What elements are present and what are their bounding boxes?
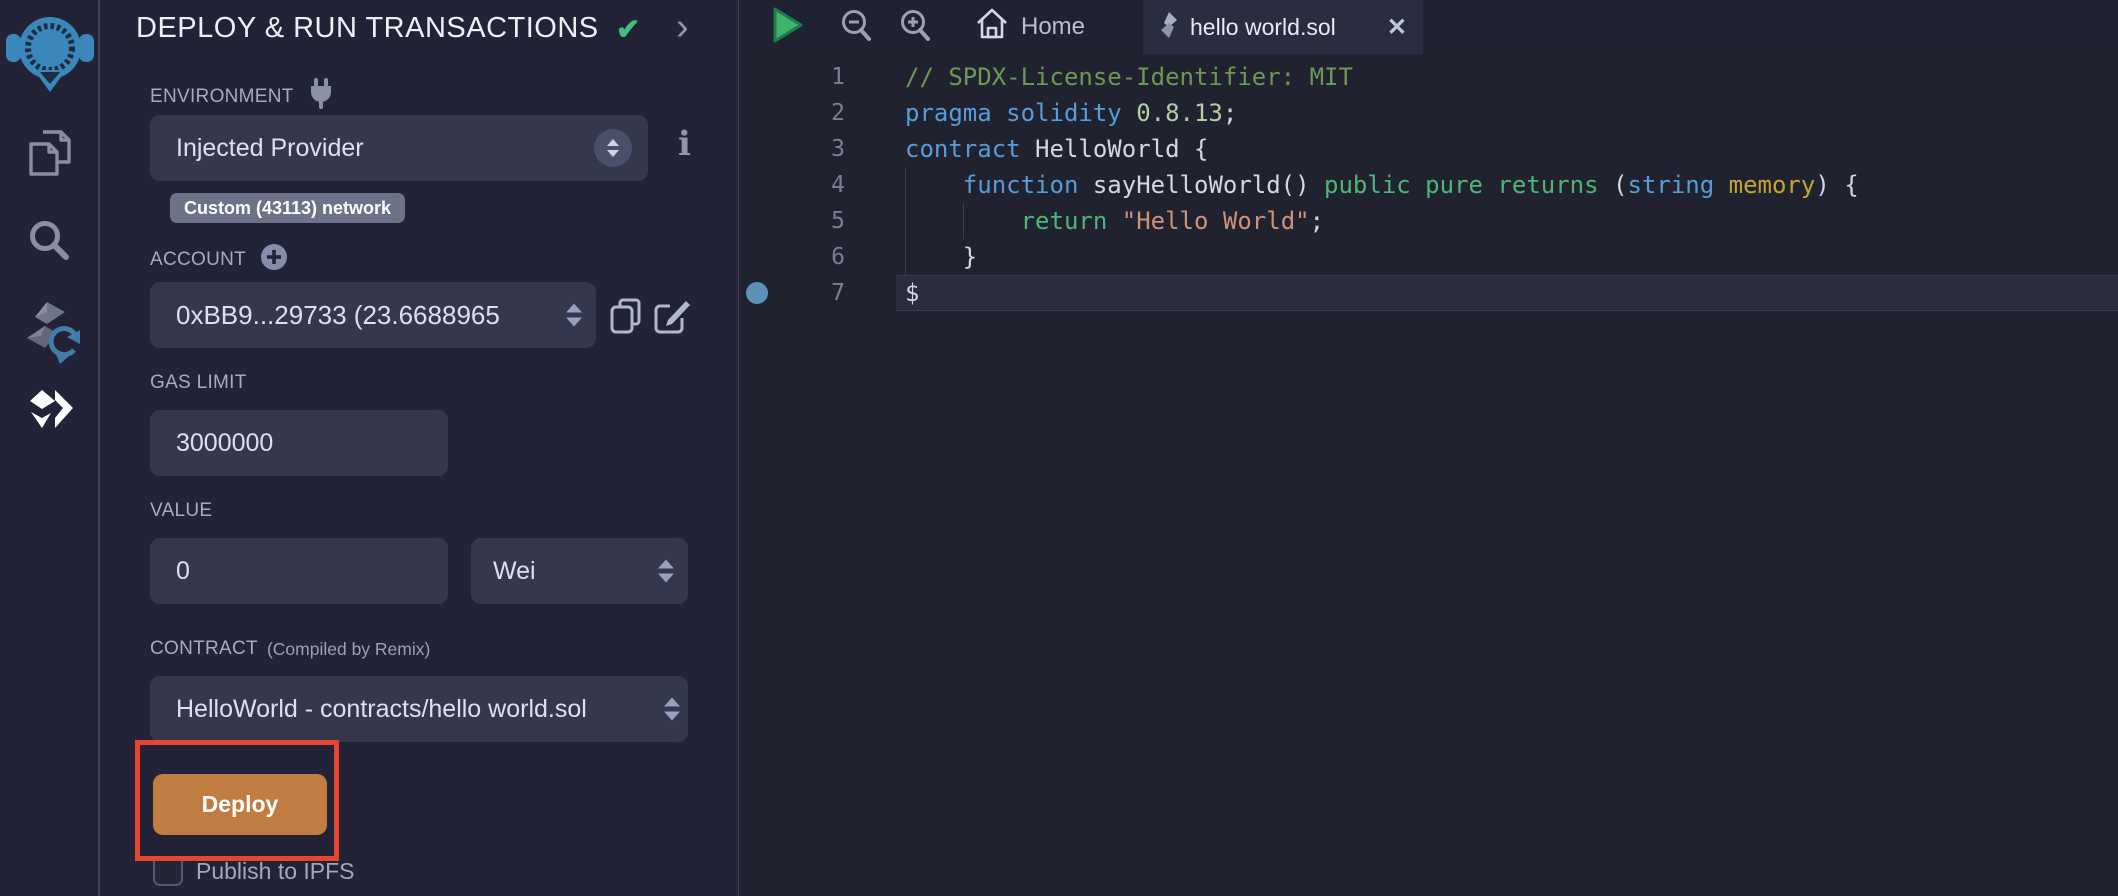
edit-account-icon[interactable] xyxy=(652,296,692,341)
value-unit-select[interactable]: Wei xyxy=(471,538,688,604)
add-account-icon[interactable] xyxy=(260,243,288,277)
publish-ipfs-label: Publish to IPFS xyxy=(196,856,355,886)
line-number[interactable]: 2 xyxy=(739,95,895,131)
sidebar-item-deploy-run[interactable] xyxy=(0,388,100,441)
sidebar-item-solidity-compiler[interactable] xyxy=(0,300,100,369)
network-badge: Custom (43113) network xyxy=(170,193,405,223)
contract-stepper-icon xyxy=(664,698,680,721)
sidebar-item-search[interactable] xyxy=(0,217,100,270)
solidity-compiler-icon xyxy=(17,300,83,369)
gas-limit-value: 3000000 xyxy=(150,429,273,458)
gas-limit-label: GAS LIMIT xyxy=(150,372,247,394)
search-icon xyxy=(26,217,74,270)
account-select[interactable]: 0xBB9...29733 (23.6688965 xyxy=(150,282,596,348)
deploy-run-icon xyxy=(25,388,75,441)
account-stepper-icon xyxy=(566,304,582,327)
environment-label: ENVIRONMENT xyxy=(150,78,334,116)
contract-sublabel: (Compiled by Remix) xyxy=(267,639,430,660)
page-title: DEPLOY & RUN TRANSACTIONS xyxy=(136,12,599,45)
value-amount: 0 xyxy=(150,557,190,586)
panel-expand-chevron-icon[interactable]: › xyxy=(676,6,689,49)
line-number[interactable]: 5 xyxy=(739,203,895,239)
remix-logo-icon xyxy=(5,10,95,101)
code-line[interactable]: contract HelloWorld { xyxy=(905,131,2118,167)
value-label: VALUE xyxy=(150,500,212,522)
publish-ipfs-checkbox[interactable] xyxy=(153,856,183,886)
contract-select[interactable]: HelloWorld - contracts/hello world.sol xyxy=(150,676,688,742)
tab-hello-world-sol-label: hello world.sol xyxy=(1190,14,1336,41)
code-line[interactable]: pragma solidity 0.8.13; xyxy=(905,95,2118,131)
zoom-in-icon[interactable] xyxy=(898,8,934,51)
unit-stepper-icon xyxy=(658,560,674,583)
home-icon xyxy=(975,7,1009,48)
tab-home-label: Home xyxy=(1021,13,1085,41)
code-lines: // SPDX-License-Identifier: MITpragma so… xyxy=(905,59,2118,311)
value-input[interactable]: 0 xyxy=(150,538,448,604)
tab-close-icon[interactable]: ✕ xyxy=(1387,13,1407,42)
code-line[interactable]: $ xyxy=(905,275,2118,311)
run-script-icon[interactable] xyxy=(771,6,805,49)
environment-value: Injected Provider xyxy=(150,134,364,163)
account-label: ACCOUNT xyxy=(150,243,288,277)
file-explorer-icon xyxy=(25,128,75,185)
sidebar-item-file-explorer[interactable] xyxy=(0,128,100,185)
environment-select[interactable]: Injected Provider xyxy=(150,115,648,181)
value-unit: Wei xyxy=(471,557,536,586)
environment-info-icon[interactable]: i xyxy=(678,124,691,164)
code-line[interactable]: // SPDX-License-Identifier: MIT xyxy=(905,59,2118,95)
gas-limit-input[interactable]: 3000000 xyxy=(150,410,448,476)
deploy-button[interactable]: Deploy xyxy=(153,774,327,835)
tab-hello-world-sol[interactable]: hello world.sol ✕ xyxy=(1143,0,1423,54)
code-line[interactable]: function sayHelloWorld() public pure ret… xyxy=(905,167,2118,203)
editor-tabbar: Home hello world.sol ✕ xyxy=(739,0,2118,54)
line-number[interactable]: 4 xyxy=(739,167,895,203)
environment-stepper-icon xyxy=(594,129,632,167)
account-value: 0xBB9...29733 (23.6688965 xyxy=(150,300,500,331)
icon-rail xyxy=(0,0,100,896)
line-number[interactable]: 6 xyxy=(739,239,895,275)
line-number[interactable]: 3 xyxy=(739,131,895,167)
gutter-numbers: 1234567 xyxy=(739,59,895,311)
remix-logo[interactable] xyxy=(0,10,100,101)
code-editor-region: Home hello world.sol ✕ 1234567 // SPDX-L… xyxy=(738,0,2118,896)
solidity-file-icon xyxy=(1159,11,1179,44)
plug-icon xyxy=(308,78,334,116)
contract-value: HelloWorld - contracts/hello world.sol xyxy=(150,695,587,724)
deploy-run-panel: DEPLOY & RUN TRANSACTIONS ✔ › ENVIRONMEN… xyxy=(100,0,738,896)
breakpoint-dot[interactable] xyxy=(746,282,768,304)
zoom-out-icon[interactable] xyxy=(839,8,875,51)
contract-label: CONTRACT (Compiled by Remix) xyxy=(150,638,430,660)
code-line[interactable]: return "Hello World"; xyxy=(905,203,2118,239)
code-area[interactable]: 1234567 // SPDX-License-Identifier: MITp… xyxy=(739,54,2118,896)
compile-success-check-icon: ✔ xyxy=(616,12,640,47)
copy-account-icon[interactable] xyxy=(608,296,644,341)
code-line[interactable]: } xyxy=(905,239,2118,275)
line-number[interactable]: 1 xyxy=(739,59,895,95)
tab-home[interactable]: Home xyxy=(967,0,1093,54)
